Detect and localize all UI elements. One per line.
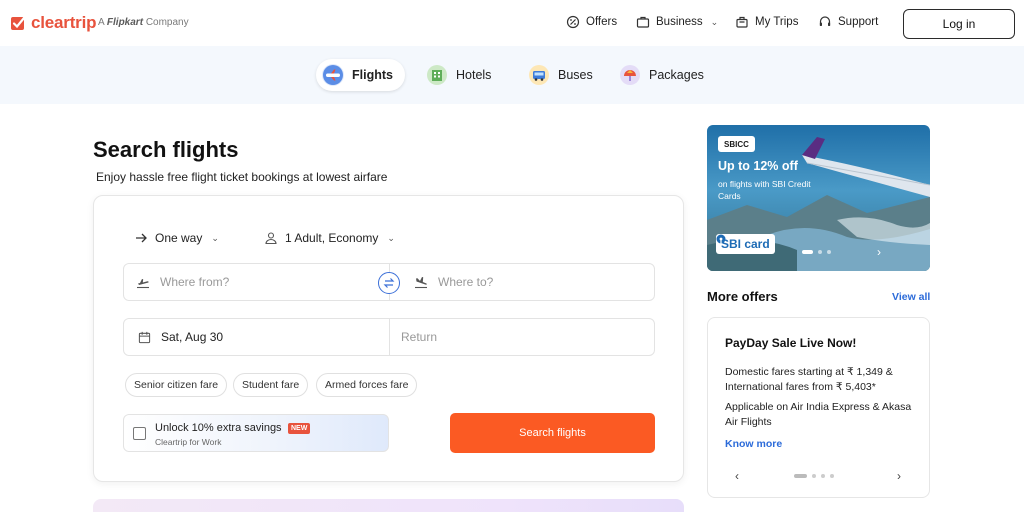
- unlock-savings-title: Unlock 10% extra savings: [155, 422, 282, 434]
- tab-hotels-label: Hotels: [456, 68, 492, 82]
- cleartrip-logo-icon: [11, 16, 26, 30]
- chevron-down-icon: ⌄: [710, 16, 719, 27]
- travellers-value: 1 Adult, Economy: [285, 231, 379, 245]
- page-subtitle: Enjoy hassle free flight ticket bookings…: [96, 170, 388, 184]
- tab-flights[interactable]: Flights: [316, 59, 405, 91]
- to-placeholder: Where to?: [438, 275, 494, 289]
- banner-headline: Up to 12% off: [718, 159, 798, 173]
- bus-icon: [528, 64, 550, 86]
- calendar-icon: [138, 331, 151, 343]
- carousel-dot[interactable]: [827, 250, 831, 254]
- from-field[interactable]: Where from?: [136, 264, 376, 300]
- banner-subtitle: on flights with SBI Credit Cards: [718, 179, 811, 201]
- carousel-dot[interactable]: [794, 474, 807, 478]
- nav-support[interactable]: Support: [818, 15, 878, 29]
- hotel-icon: [426, 64, 448, 86]
- banner-carousel-dots[interactable]: [802, 250, 831, 254]
- offer-carousel-dots[interactable]: [794, 474, 834, 478]
- brand-name: cleartrip: [31, 13, 97, 32]
- from-placeholder: Where from?: [160, 275, 230, 289]
- sbi-card-logo: SBI card: [716, 234, 775, 254]
- tab-hotels[interactable]: Hotels: [420, 59, 503, 91]
- tab-buses-label: Buses: [558, 68, 593, 82]
- nav-support-label: Support: [838, 16, 879, 28]
- landing-icon: [415, 277, 427, 289]
- offer-applicable-text: Applicable on Air India Express & Akasa …: [725, 401, 912, 428]
- nav-my-trips-label: My Trips: [755, 16, 799, 28]
- page-title: Search flights: [93, 137, 239, 162]
- return-date-field[interactable]: Return: [401, 319, 641, 355]
- flight-icon: [322, 64, 344, 86]
- carousel-dot[interactable]: [818, 250, 822, 254]
- swap-icon: [383, 278, 395, 288]
- promo-strip: [93, 499, 684, 512]
- person-icon: [265, 232, 277, 245]
- nav-offers[interactable]: Offers: [566, 15, 617, 29]
- know-more-link[interactable]: Know more: [725, 438, 782, 450]
- travellers-select[interactable]: 1 Adult, Economy ⌄: [264, 231, 395, 245]
- briefcase-icon: [636, 16, 650, 28]
- login-button[interactable]: Log in: [903, 9, 1015, 39]
- fare-chip-armed-forces[interactable]: Armed forces fare: [316, 373, 418, 397]
- to-field[interactable]: Where to?: [414, 264, 644, 300]
- chevron-down-icon: ⌄: [387, 232, 395, 243]
- takeoff-icon: [137, 279, 149, 289]
- page: cleartrip A Flipkart Company Offers Busi…: [0, 0, 1024, 512]
- offer-title: PayDay Sale Live Now!: [725, 336, 857, 350]
- sbi-offer-banner[interactable]: SBICC Up to 12% off on flights with SBI …: [707, 125, 930, 271]
- tagline-brand: Flipkart: [106, 17, 144, 28]
- offer-fares-text: Domestic fares starting at ₹ 1,349 & Int…: [725, 366, 893, 393]
- route-fields: Where from? Where to?: [123, 263, 655, 301]
- offers-icon: [566, 15, 580, 29]
- sbicc-tag: SBICC: [718, 136, 755, 152]
- fare-chip-student[interactable]: Student fare: [233, 373, 309, 397]
- nav-my-trips[interactable]: My Trips: [735, 15, 798, 29]
- nav-business[interactable]: Business ⌄: [636, 15, 718, 29]
- tab-packages[interactable]: Packages: [613, 59, 716, 91]
- chevron-down-icon: ⌄: [211, 232, 219, 243]
- trip-type-value: One way: [155, 231, 203, 245]
- banner-next-icon[interactable]: ›: [877, 245, 881, 259]
- offer-card: PayDay Sale Live Now! Domestic fares sta…: [707, 317, 930, 498]
- offer-prev-icon[interactable]: ‹: [735, 469, 739, 483]
- sbi-card-logo-text: SBI card: [721, 237, 770, 251]
- trip-type-select[interactable]: One way ⌄: [134, 231, 219, 245]
- header: cleartrip A Flipkart Company Offers Busi…: [0, 0, 1024, 46]
- headset-icon: [819, 16, 831, 26]
- date-divider: [389, 319, 390, 355]
- fare-chip-senior[interactable]: Senior citizen fare: [125, 373, 228, 397]
- category-bar: Flights Hotels Buses Packages: [0, 46, 1024, 104]
- unlock-savings-checkbox[interactable]: [133, 427, 146, 440]
- unlock-savings-box[interactable]: Unlock 10% extra savings NEW Cleartrip f…: [123, 414, 389, 452]
- tab-flights-label: Flights: [352, 68, 393, 82]
- date-fields: Sat, Aug 30 Return: [123, 318, 655, 356]
- new-badge: NEW: [288, 423, 311, 434]
- depart-date-value: Sat, Aug 30: [161, 330, 224, 344]
- more-offers-heading: More offers: [707, 289, 778, 304]
- depart-date-field[interactable]: Sat, Aug 30: [138, 319, 378, 355]
- trips-icon: [736, 16, 748, 28]
- search-flights-button[interactable]: Search flights: [450, 413, 655, 453]
- carousel-dot[interactable]: [812, 474, 816, 478]
- unlock-savings-subtitle: Cleartrip for Work: [155, 437, 222, 447]
- cleartrip-logo[interactable]: cleartrip: [10, 13, 96, 33]
- tagline-suffix: Company: [145, 17, 189, 28]
- sbi-logo-icon: [716, 234, 726, 244]
- offer-next-icon[interactable]: ›: [897, 469, 901, 483]
- carousel-dot[interactable]: [802, 250, 813, 254]
- carousel-dot[interactable]: [821, 474, 825, 478]
- arrow-right-icon: [136, 233, 147, 243]
- swap-route-button[interactable]: [378, 272, 400, 294]
- tab-buses[interactable]: Buses: [522, 59, 605, 91]
- package-icon: [619, 64, 641, 86]
- tagline-prefix: A: [98, 17, 105, 28]
- view-all-link[interactable]: View all: [892, 291, 930, 303]
- flight-search-card: One way ⌄ 1 Adult, Economy ⌄ Where from?…: [93, 195, 684, 482]
- tab-packages-label: Packages: [649, 68, 704, 82]
- return-placeholder: Return: [401, 330, 438, 344]
- nav-business-label: Business: [656, 16, 703, 28]
- carousel-dot[interactable]: [830, 474, 834, 478]
- brand-tagline: A Flipkart Company: [98, 17, 189, 28]
- nav-offers-label: Offers: [586, 16, 618, 28]
